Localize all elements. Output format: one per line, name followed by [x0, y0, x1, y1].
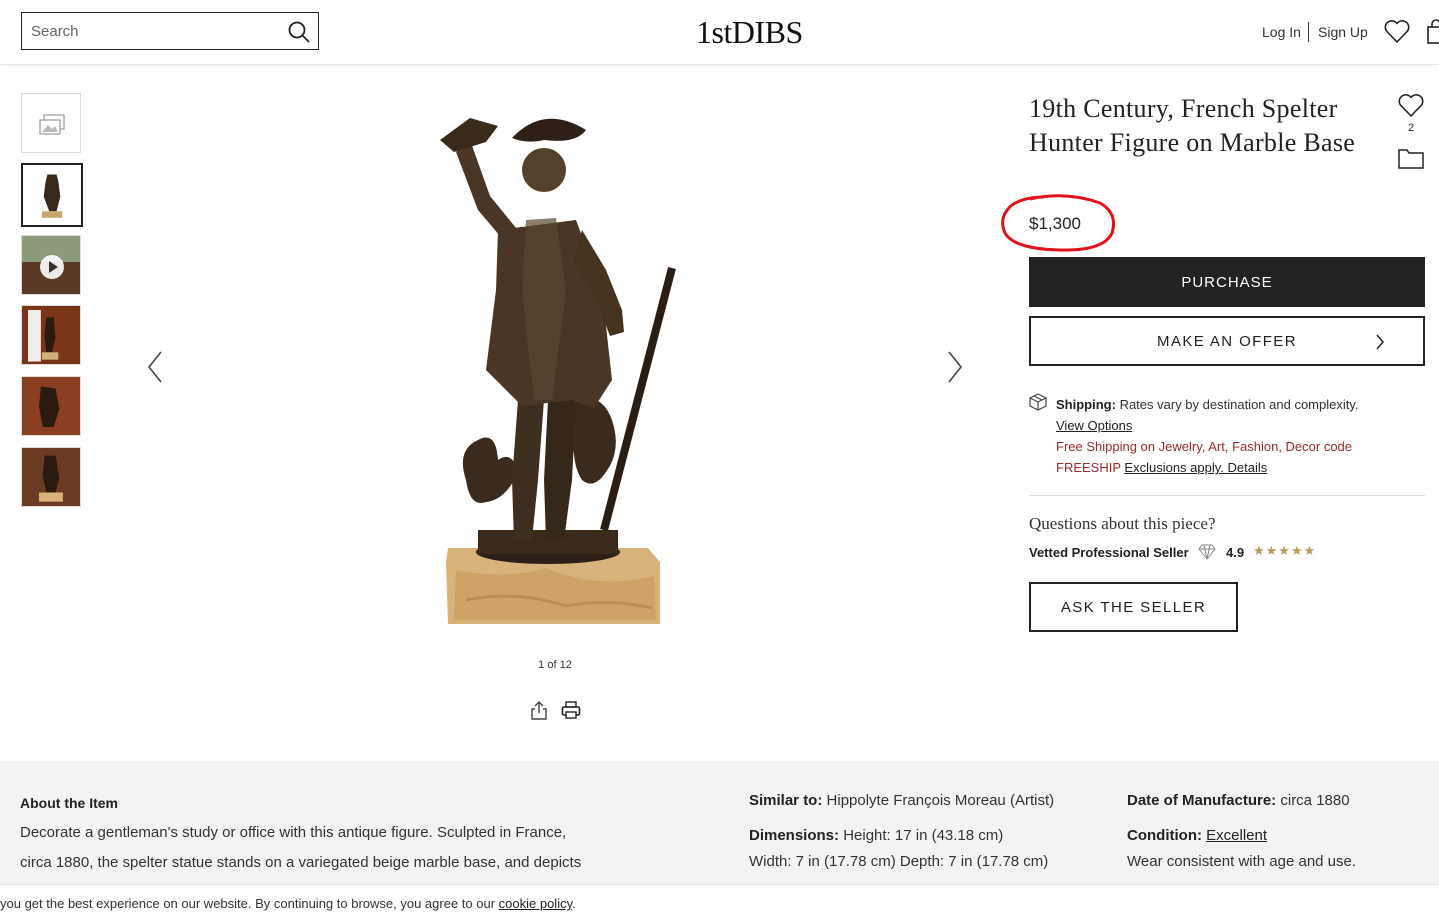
login-link[interactable]: Log In: [1262, 24, 1301, 40]
dimensions-label: Dimensions:: [749, 827, 840, 844]
questions-heading: Questions about this piece?: [1029, 514, 1216, 533]
shipping-text: Rates vary by destination and complexity…: [1119, 397, 1359, 412]
image-counter: 1 of 12: [538, 659, 572, 671]
statue-thumbnail-icon: [41, 174, 63, 218]
next-image-arrow-icon[interactable]: [946, 350, 964, 384]
cookie-message: you get the best experience on our websi…: [0, 896, 496, 911]
statue-thumbnail-icon: [39, 455, 63, 502]
thumbnail-gallery-placeholder[interactable]: [21, 93, 81, 153]
similar-value: Hippolyte François Moreau (Artist): [826, 792, 1055, 809]
seller-rating: 4.9: [1226, 545, 1245, 560]
share-icon[interactable]: [530, 700, 548, 720]
favorites-heart-icon[interactable]: [1383, 18, 1411, 46]
make-offer-label: MAKE AN OFFER: [1157, 332, 1297, 350]
thumbnail-video[interactable]: [21, 235, 81, 295]
condition-link[interactable]: Excellent: [1206, 827, 1267, 844]
product-price: $1,300: [1029, 214, 1081, 233]
similar-label: Similar to:: [749, 792, 823, 809]
make-offer-button[interactable]: MAKE AN OFFER: [1029, 316, 1425, 366]
play-icon[interactable]: [40, 255, 64, 279]
purchase-button[interactable]: PURCHASE: [1029, 257, 1425, 307]
shipping-label: Shipping:: [1056, 397, 1116, 412]
image-gallery-icon: [39, 114, 65, 135]
condition-note: Wear consistent with age and use.: [1127, 853, 1357, 870]
favorites-count: 2: [1407, 122, 1415, 134]
cookie-banner: you get the best experience on our websi…: [0, 884, 1439, 923]
cookie-policy-link[interactable]: cookie policy: [499, 896, 572, 911]
exclusions-details-link[interactable]: Exclusions apply. Details: [1124, 460, 1267, 475]
about-text-line-2: circa 1880, the spelter statue stands on…: [20, 854, 582, 871]
previous-image-arrow-icon[interactable]: [146, 350, 164, 384]
date-value: circa 1880: [1280, 792, 1350, 809]
product-title: 19th Century, French Spelter Hunter Figu…: [1029, 94, 1356, 157]
dimensions-line-2: Width: 7 in (17.78 cm) Depth: 7 in (17.7…: [749, 853, 1049, 870]
folder-icon[interactable]: [1397, 146, 1425, 170]
ask-seller-button[interactable]: ASK THE SELLER: [1029, 582, 1238, 632]
search-icon[interactable]: [288, 21, 310, 43]
rating-stars-icon: ★★★★★: [1253, 543, 1317, 558]
diamond-icon: [1198, 544, 1216, 560]
site-header: 1stDIBS Log In Sign Up: [0, 0, 1439, 65]
header-divider: [1308, 22, 1309, 42]
cookie-text: you get the best experience on our websi…: [0, 896, 576, 911]
chevron-right-icon: [1376, 334, 1384, 350]
cookie-end: .: [572, 896, 576, 911]
similar-to: Similar to: Hippolyte François Moreau (A…: [749, 786, 1054, 816]
search-box[interactable]: [21, 12, 319, 50]
divider: [1029, 495, 1425, 496]
search-input[interactable]: [22, 13, 291, 49]
shipping-box-icon: [1029, 393, 1047, 411]
about-heading: About the Item: [20, 795, 118, 811]
signup-link[interactable]: Sign Up: [1318, 24, 1368, 40]
statue-thumbnail-icon: [39, 386, 60, 427]
thumbnail-4[interactable]: [21, 376, 81, 436]
statue-thumbnail-icon: [28, 310, 59, 362]
dimensions-line-1: Height: 17 in (43.18 cm): [843, 827, 1004, 844]
thumbnail-1[interactable]: [21, 163, 83, 227]
print-icon[interactable]: [561, 700, 581, 720]
shipping-info: Shipping: Rates vary by destination and …: [1056, 394, 1406, 478]
view-options-link[interactable]: View Options: [1056, 418, 1132, 433]
thumbnail-3[interactable]: [21, 305, 81, 365]
thumbnail-5[interactable]: [21, 447, 81, 507]
vetted-seller-badge: Vetted Professional Seller: [1029, 545, 1189, 560]
date-label: Date of Manufacture:: [1127, 792, 1277, 809]
main-product-image[interactable]: [426, 100, 676, 630]
date-of-manufacture: Date of Manufacture: circa 1880: [1127, 786, 1350, 816]
condition-label: Condition:: [1127, 827, 1202, 844]
site-logo[interactable]: 1stDIBS: [696, 14, 803, 50]
about-text-line-1: Decorate a gentleman's study or office w…: [20, 824, 567, 841]
favorite-heart-icon[interactable]: [1397, 93, 1425, 119]
shopping-bag-icon[interactable]: [1424, 18, 1439, 46]
